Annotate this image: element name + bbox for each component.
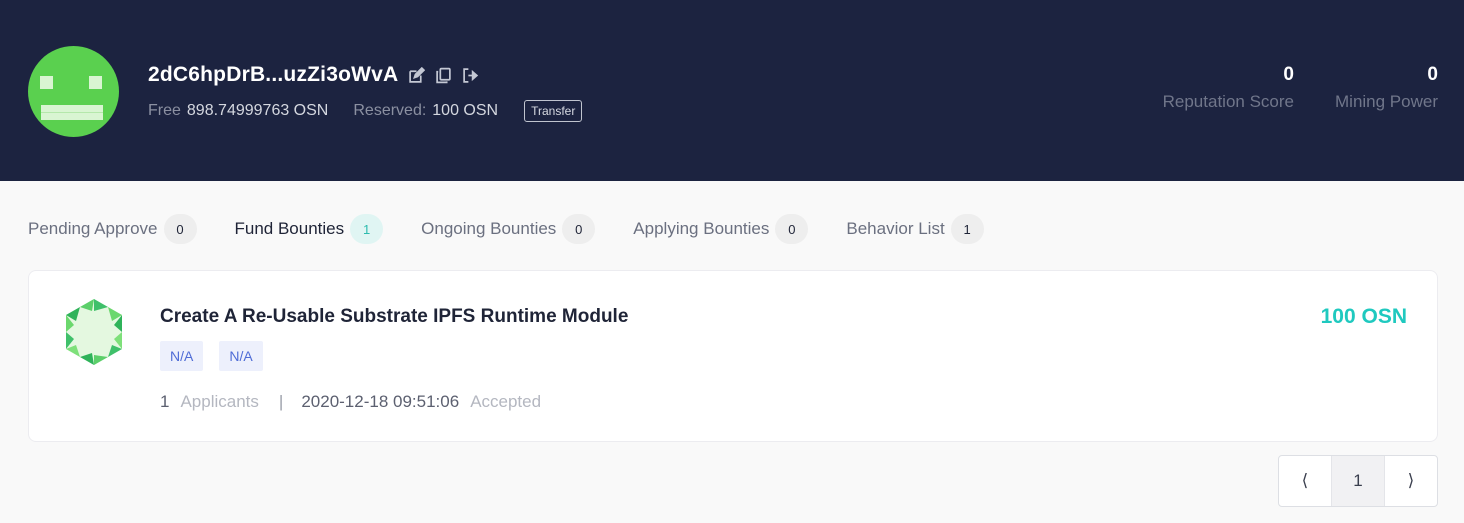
bounty-title[interactable]: Create A Re-Usable Substrate IPFS Runtim… <box>160 306 628 328</box>
tab-fund-bounties[interactable]: Fund Bounties 1 <box>235 214 384 244</box>
tab-count-badge: 0 <box>562 214 596 244</box>
avatar-mouth <box>41 105 103 120</box>
tab-applying-bounties[interactable]: Applying Bounties 0 <box>633 214 809 244</box>
tab-ongoing-bounties[interactable]: Ongoing Bounties 0 <box>421 214 596 244</box>
avatar-eye-right <box>89 76 102 89</box>
account-address: 2dC6hpDrB...uzZi3oWvA <box>148 63 399 86</box>
reputation-score-label: Reputation Score <box>1162 92 1294 111</box>
avatar-eye-left <box>40 76 53 89</box>
mining-power-label: Mining Power <box>1335 92 1438 111</box>
bounty-amount: 100 OSN <box>1320 305 1407 328</box>
bounty-date: 2020-12-18 09:51:06 <box>301 392 460 411</box>
reserved-balance-value: 100 OSN <box>432 102 499 119</box>
pagination-next-button[interactable]: ⟩ <box>1385 456 1437 506</box>
meta-separator: | <box>278 392 284 411</box>
bounty-meta: 1 Applicants | 2020-12-18 09:51:06 Accep… <box>160 392 541 412</box>
reputation-score-value: 0 <box>1283 64 1294 85</box>
bounty-status: Accepted <box>470 392 542 411</box>
tab-label: Applying Bounties <box>633 219 770 238</box>
avatar <box>28 46 119 137</box>
applicants-count: 1 <box>160 392 170 411</box>
tab-label: Fund Bounties <box>234 219 345 238</box>
tab-label: Ongoing Bounties <box>421 219 557 238</box>
profile-header: 2dC6hpDrB...uzZi3oWvA Free 898.74999763 … <box>0 0 1464 181</box>
tab-count-badge: 1 <box>350 214 384 244</box>
tab-label: Behavior List <box>846 219 945 238</box>
tab-behavior-list[interactable]: Behavior List 1 <box>846 214 984 244</box>
reserved-balance-label: Reserved: <box>353 102 427 119</box>
pagination-prev-button[interactable]: ⟨ <box>1279 456 1331 506</box>
bounty-tags: N/A N/A <box>160 341 279 371</box>
tab-count-badge: 0 <box>163 214 197 244</box>
address-row: 2dC6hpDrB...uzZi3oWvA <box>148 63 479 87</box>
bounty-tag: N/A <box>219 341 263 371</box>
tab-pending-approve[interactable]: Pending Approve 0 <box>28 214 197 244</box>
edit-icon[interactable] <box>408 66 426 84</box>
copy-icon[interactable] <box>435 67 452 84</box>
applicants-label: Applicants <box>180 392 259 411</box>
tab-label: Pending Approve <box>28 219 158 238</box>
pagination: ⟨ 1 ⟩ <box>1278 455 1438 507</box>
tab-count-badge: 0 <box>775 214 809 244</box>
logout-icon[interactable] <box>462 67 479 84</box>
transfer-button[interactable]: Transfer <box>524 100 583 122</box>
mining-power-stat: 0 Mining Power <box>1335 64 1438 112</box>
balance-row: Free 898.74999763 OSN Reserved: 100 OSN … <box>148 100 583 122</box>
bounty-tag: N/A <box>160 341 204 371</box>
pagination-page-1[interactable]: 1 <box>1331 456 1385 506</box>
tab-count-badge: 1 <box>950 214 984 244</box>
free-balance-value: 898.74999763 OSN <box>186 102 329 119</box>
bounty-card[interactable]: Create A Re-Usable Substrate IPFS Runtim… <box>28 270 1438 442</box>
bounty-tabs: Pending Approve 0 Fund Bounties 1 Ongoin… <box>28 214 1022 244</box>
bounty-hexagon-icon <box>66 299 122 365</box>
reputation-score-stat: 0 Reputation Score <box>1163 64 1294 112</box>
free-balance-label: Free <box>148 102 181 119</box>
mining-power-value: 0 <box>1427 64 1438 85</box>
